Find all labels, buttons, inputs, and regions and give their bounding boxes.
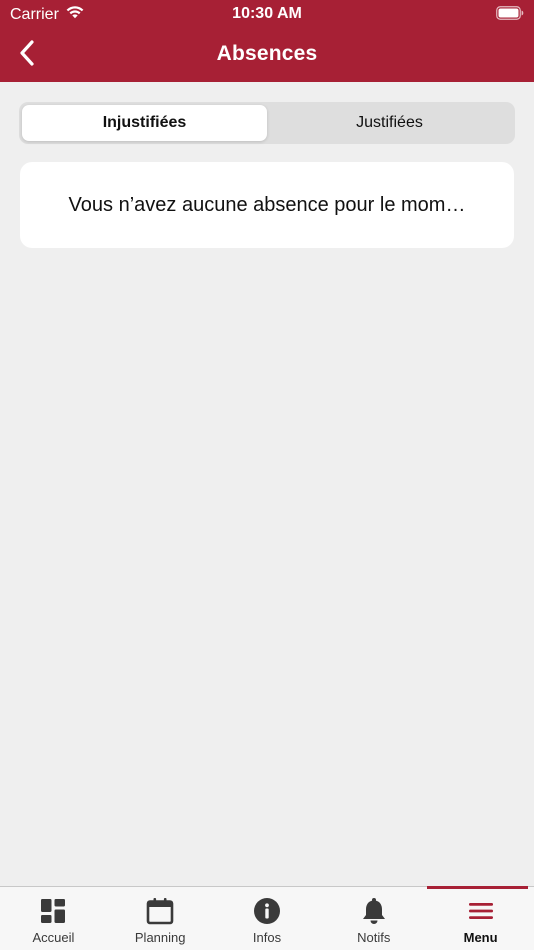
- absence-type-segmented-control: Injustifiées Justifiées: [19, 102, 515, 144]
- segment-injustifiees[interactable]: Injustifiées: [22, 105, 267, 141]
- tab-accueil[interactable]: Accueil: [0, 887, 107, 950]
- tab-infos[interactable]: Infos: [214, 887, 321, 950]
- tab-label-planning: Planning: [134, 930, 186, 945]
- battery-icon: [496, 6, 524, 20]
- tab-bar: Accueil Planning Infos Notifs Menu: [0, 886, 534, 950]
- status-time: 10:30 AM: [232, 5, 302, 22]
- calendar-icon: [146, 897, 174, 925]
- empty-state-message: Vous n’avez aucune absence pour le mom…: [68, 193, 466, 216]
- tab-planning[interactable]: Planning: [107, 887, 214, 950]
- tab-label-accueil: Accueil: [32, 930, 75, 945]
- empty-state-card: Vous n’avez aucune absence pour le mom…: [20, 162, 514, 248]
- header: Carrier 10:30 AM Absences: [0, 0, 534, 82]
- dashboard-icon: [39, 897, 67, 925]
- tab-notifs[interactable]: Notifs: [320, 887, 427, 950]
- tab-label-infos: Infos: [252, 930, 282, 945]
- page-title: Absences: [216, 42, 318, 65]
- tab-menu[interactable]: Menu: [427, 886, 534, 950]
- nav-bar: Absences: [0, 28, 534, 82]
- segment-justifiees[interactable]: Justifiées: [267, 105, 512, 141]
- tab-label-notifs: Notifs: [357, 930, 391, 945]
- menu-icon: [467, 897, 495, 925]
- status-bar: Carrier 10:30 AM: [0, 0, 534, 28]
- tab-label-menu: Menu: [463, 930, 498, 945]
- bell-icon: [360, 897, 388, 925]
- info-icon: [253, 897, 281, 925]
- absences-screen: Carrier 10:30 AM Absences Injustifiées J…: [0, 0, 534, 950]
